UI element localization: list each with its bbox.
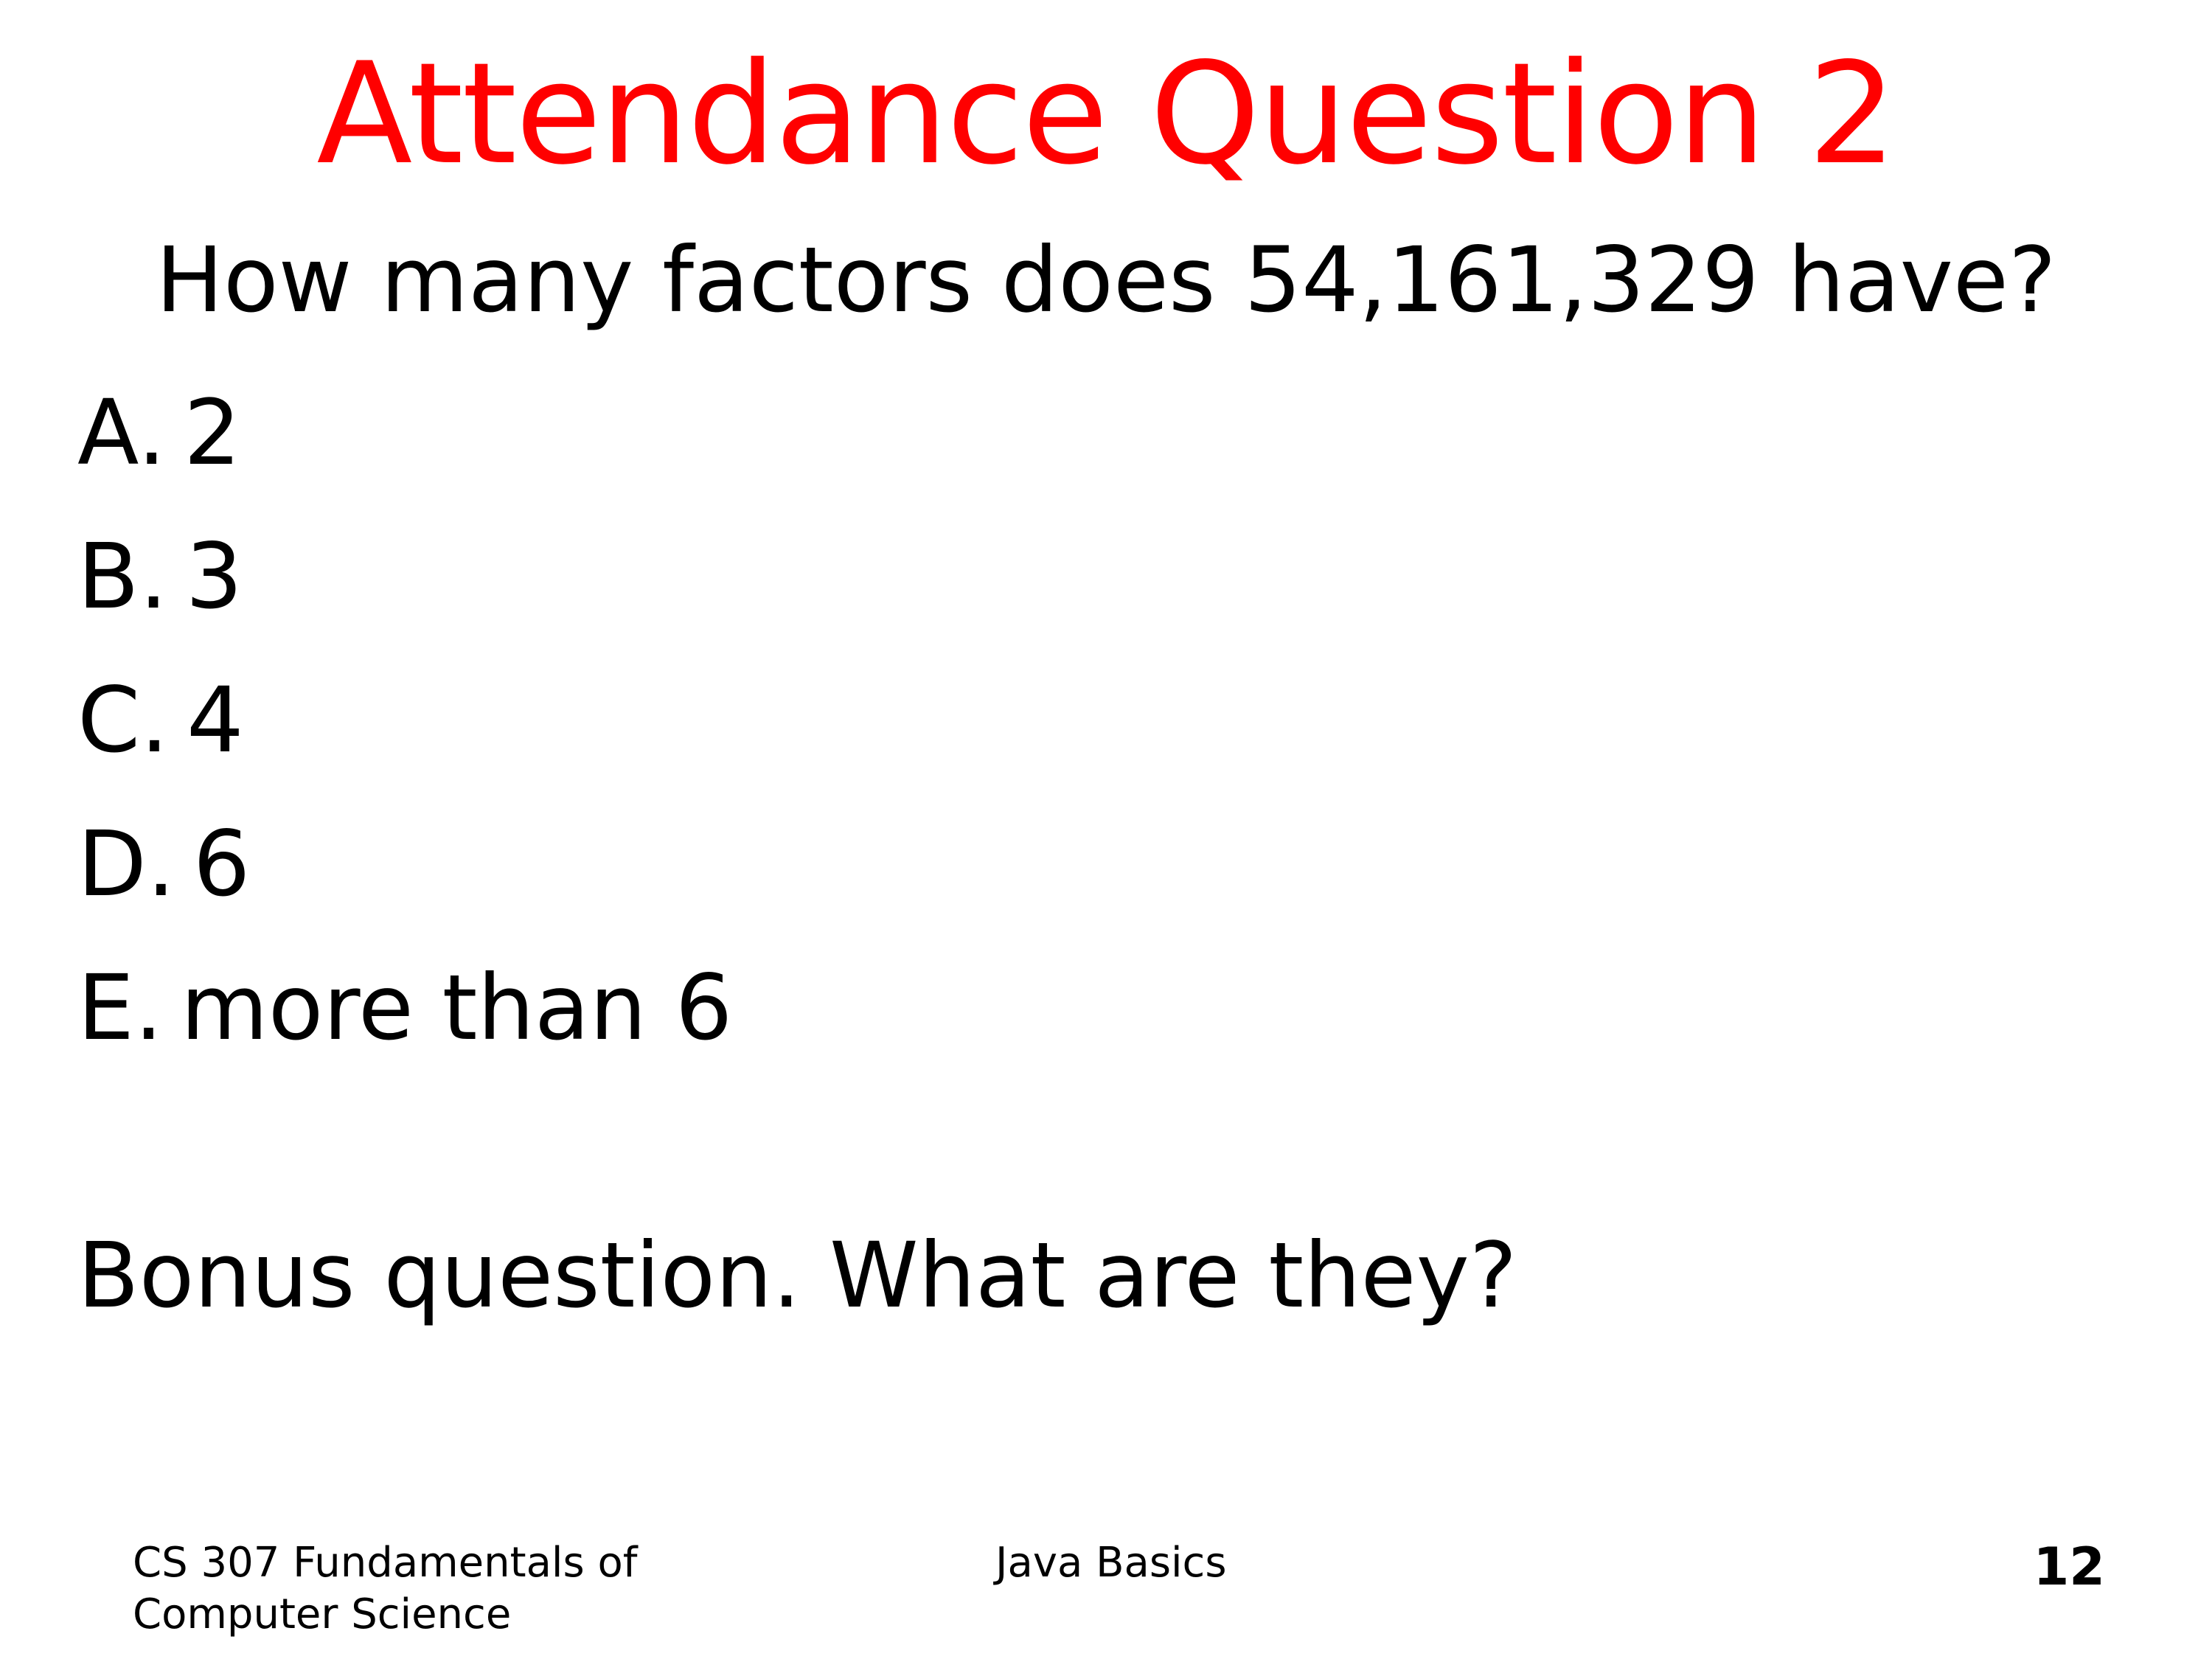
footer-course-line1: CS 307 Fundamentals of (133, 1539, 638, 1587)
option-a: A. 2 (77, 361, 732, 505)
option-text: more than 6 (180, 956, 733, 1060)
question-text: How many factors does 54,161,329 have? (156, 228, 2056, 333)
option-letter: B. (77, 524, 168, 629)
slide: Attendance Question 2 How many factors d… (0, 0, 2212, 1659)
option-text: 6 (192, 812, 251, 917)
answer-options: A. 2 B. 3 C. 4 D. 6 E. more than 6 (77, 361, 732, 1080)
option-b: B. 3 (77, 505, 732, 649)
option-letter: C. (77, 668, 169, 773)
option-letter: E. (77, 956, 163, 1060)
option-d: D. 6 (77, 793, 732, 936)
option-letter: D. (77, 812, 175, 917)
option-text: 3 (185, 524, 243, 629)
slide-title: Attendance Question 2 (316, 32, 1896, 195)
slide-number: 12 (2033, 1537, 2105, 1597)
option-c: C. 4 (77, 649, 732, 793)
option-text: 4 (186, 668, 244, 773)
option-letter: A. (77, 380, 167, 485)
footer-topic: Java Basics (995, 1539, 1227, 1587)
footer-course: CS 307 Fundamentals of Computer Science (133, 1537, 637, 1641)
footer-course-line2: Computer Science (133, 1590, 512, 1638)
option-text: 2 (184, 380, 241, 485)
option-e: E. more than 6 (77, 936, 732, 1080)
bonus-question: Bonus question. What are they? (77, 1223, 1517, 1328)
